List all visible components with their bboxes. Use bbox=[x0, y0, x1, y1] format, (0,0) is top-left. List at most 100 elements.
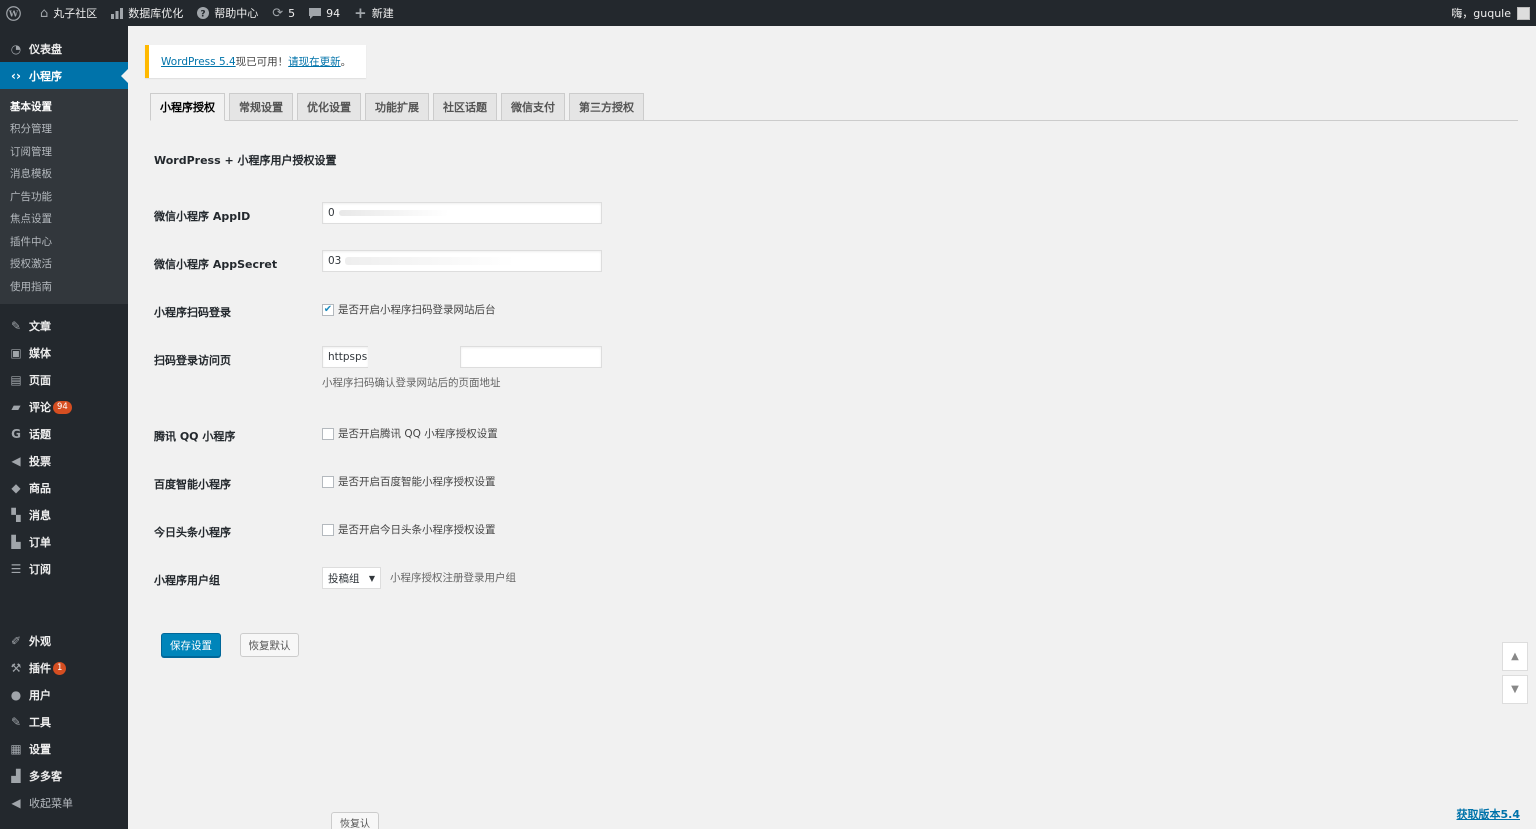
toutiao-label: 今日头条小程序 bbox=[154, 526, 231, 539]
menu-item-pages[interactable]: ▤ 页面 bbox=[0, 367, 128, 394]
menu-label: 多多客 bbox=[29, 770, 62, 783]
brush-icon: ✐ bbox=[10, 634, 22, 648]
menu-label: 评论 bbox=[29, 401, 51, 414]
help-icon: ? bbox=[197, 7, 210, 19]
menu-item-miniprogram[interactable]: ‹› 小程序 bbox=[0, 62, 128, 89]
submenu-item-focus[interactable]: 焦点设置 bbox=[0, 208, 128, 231]
menu-label: 订阅 bbox=[29, 563, 51, 576]
topic-icon: G bbox=[11, 427, 21, 441]
scan-page-value: httpsps bbox=[328, 351, 368, 363]
menu-item-posts[interactable]: ✎ 文章 bbox=[0, 313, 128, 340]
updates-link[interactable]: ⟳ 5 bbox=[265, 0, 302, 26]
menu-item-comments[interactable]: ▰ 评论 94 bbox=[0, 394, 128, 421]
collapse-menu-button[interactable]: ◀ 收起菜单 bbox=[0, 790, 128, 817]
qq-checkbox[interactable] bbox=[322, 427, 334, 440]
menu-item-media[interactable]: ▣ 媒体 bbox=[0, 340, 128, 367]
scan-login-label: 小程序扫码登录 bbox=[154, 306, 231, 319]
megaphone-icon: ◀ bbox=[11, 454, 21, 468]
scroll-down-button[interactable]: ▼ bbox=[1502, 675, 1528, 704]
appid-input[interactable]: 0 bbox=[322, 202, 602, 224]
submenu-item-subscriptions[interactable]: 订阅管理 bbox=[0, 140, 128, 163]
menu-item-messages[interactable]: ▚ 消息 bbox=[0, 502, 128, 529]
comments-link[interactable]: 94 bbox=[302, 0, 347, 26]
submenu-item-guide[interactable]: 使用指南 bbox=[0, 275, 128, 298]
help-center-label: 帮助中心 bbox=[214, 7, 259, 20]
menu-item-orders[interactable]: ▙ 订单 bbox=[0, 529, 128, 556]
svg-text:W: W bbox=[8, 8, 19, 18]
avatar bbox=[1517, 6, 1530, 20]
menu-item-appearance[interactable]: ✐ 外观 bbox=[0, 628, 128, 655]
menu-item-tools[interactable]: ✎ 工具 bbox=[0, 709, 128, 736]
help-center-link[interactable]: ? 帮助中心 bbox=[190, 0, 265, 26]
appid-value: 0 bbox=[328, 207, 335, 219]
section-title: WordPress + 小程序用户授权设置 bbox=[154, 154, 337, 167]
menu-item-products[interactable]: ◆ 商品 bbox=[0, 475, 128, 502]
reset-button-secondary[interactable]: 恢复认 bbox=[331, 812, 379, 829]
scan-login-checkbox[interactable]: ✔ bbox=[322, 303, 334, 316]
feedback-icon: ☰ bbox=[10, 562, 22, 576]
baidu-checkbox[interactable] bbox=[322, 475, 334, 488]
menu-item-dashboard[interactable]: ◔ 仪表盘 bbox=[0, 35, 128, 62]
menu-item-settings[interactable]: ▦ 设置 bbox=[0, 736, 128, 763]
menu-label: 插件 bbox=[29, 662, 51, 675]
scan-page-description: 小程序扫码确认登录网站后的页面地址 bbox=[322, 377, 501, 389]
updates-count: 5 bbox=[288, 6, 296, 20]
scroll-up-button[interactable]: ▲ bbox=[1502, 642, 1528, 671]
menu-item-users[interactable]: ● 用户 bbox=[0, 682, 128, 709]
wordpress-version-link[interactable]: WordPress 5.4 bbox=[161, 56, 236, 68]
user-group-select[interactable]: 投稿组 ▼ bbox=[322, 567, 381, 589]
user-group-description: 小程序授权注册登录用户组 bbox=[390, 572, 516, 584]
tab-extensions[interactable]: 功能扩展 bbox=[365, 93, 429, 121]
menu-label: 投票 bbox=[29, 455, 51, 468]
pin-icon: ✎ bbox=[10, 319, 22, 333]
comments-count: 94 bbox=[326, 6, 341, 20]
menu-label: 页面 bbox=[29, 374, 51, 387]
appsecret-label: 微信小程序 AppSecret bbox=[154, 258, 278, 271]
submenu-item-message-templates[interactable]: 消息模板 bbox=[0, 163, 128, 186]
menu-label: 设置 bbox=[29, 743, 51, 756]
scan-login-option: ✔ 是否开启小程序扫码登录网站后台 bbox=[322, 302, 496, 317]
tab-auth[interactable]: 小程序授权 bbox=[150, 93, 225, 121]
tab-wechat-pay[interactable]: 微信支付 bbox=[501, 93, 565, 121]
scan-page-input-tail[interactable] bbox=[460, 346, 602, 368]
new-content-link[interactable]: + 新建 bbox=[347, 0, 401, 26]
menu-label: 用户 bbox=[29, 689, 51, 702]
tab-community[interactable]: 社区话题 bbox=[433, 93, 497, 121]
tab-general[interactable]: 常规设置 bbox=[229, 93, 293, 121]
scan-page-input[interactable]: httpsps bbox=[322, 346, 368, 368]
submenu-item-basic-settings[interactable]: 基本设置 bbox=[0, 95, 128, 118]
my-account[interactable]: 嗨，guqule bbox=[1451, 0, 1530, 26]
user-group-label: 小程序用户组 bbox=[154, 574, 220, 587]
user-icon: ● bbox=[10, 688, 22, 702]
reset-button[interactable]: 恢复默认 bbox=[240, 633, 299, 657]
wordpress-logo-menu[interactable]: W bbox=[0, 0, 33, 26]
tab-third-party[interactable]: 第三方授权 bbox=[569, 93, 644, 121]
bar-chart-icon bbox=[111, 7, 124, 19]
submenu-item-activation[interactable]: 授权激活 bbox=[0, 253, 128, 276]
submenu-item-points[interactable]: 积分管理 bbox=[0, 118, 128, 141]
site-name-link[interactable]: ⌂ 丸子社区 bbox=[33, 0, 104, 26]
submenu-item-ads[interactable]: 广告功能 bbox=[0, 185, 128, 208]
toutiao-text: 是否开启今日头条小程序授权设置 bbox=[338, 524, 496, 536]
get-version-link[interactable]: 获取版本5.4 bbox=[1457, 806, 1521, 822]
wrench-icon: ✎ bbox=[10, 715, 22, 729]
menu-item-votes[interactable]: ◀ 投票 bbox=[0, 448, 128, 475]
collapse-icon: ◀ bbox=[11, 796, 21, 810]
scan-login-text: 是否开启小程序扫码登录网站后台 bbox=[338, 304, 496, 316]
menu-item-duoduoke[interactable]: ▟ 多多客 bbox=[0, 763, 128, 790]
update-now-link[interactable]: 请现在更新 bbox=[288, 54, 341, 69]
menu-item-topics[interactable]: G 话题 bbox=[0, 421, 128, 448]
menu-item-subscribe[interactable]: ☰ 订阅 bbox=[0, 556, 128, 583]
dashboard-icon: ◔ bbox=[10, 41, 22, 56]
cart-icon: ▙ bbox=[11, 535, 21, 549]
menu-item-plugins[interactable]: ⚒ 插件 1 bbox=[0, 655, 128, 682]
toutiao-checkbox[interactable] bbox=[322, 523, 334, 536]
submenu-item-plugins-center[interactable]: 插件中心 bbox=[0, 230, 128, 253]
notice-text: 现已可用！ bbox=[235, 56, 289, 68]
db-optimize-link[interactable]: 数据库优化 bbox=[104, 0, 190, 26]
menu-label: 收起菜单 bbox=[29, 797, 73, 810]
tab-optimize[interactable]: 优化设置 bbox=[297, 93, 361, 121]
appsecret-input[interactable]: 03 bbox=[322, 250, 602, 272]
plus-icon: + bbox=[354, 4, 367, 22]
save-button[interactable]: 保存设置 bbox=[161, 633, 221, 657]
